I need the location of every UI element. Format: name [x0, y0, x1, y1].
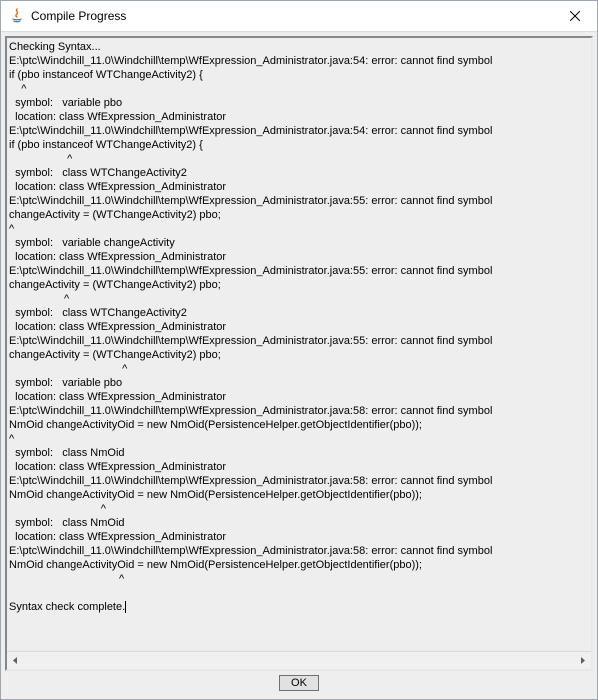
- window-title: Compile Progress: [31, 9, 552, 23]
- close-button[interactable]: [552, 1, 597, 31]
- button-bar: OK: [5, 671, 593, 695]
- log-panel: Checking Syntax... E:\ptc\Windchill_11.0…: [5, 36, 593, 671]
- scroll-right-arrow-icon[interactable]: [574, 652, 591, 669]
- scroll-track[interactable]: [24, 652, 574, 669]
- compile-progress-window: Compile Progress Checking Syntax... E:\p…: [0, 0, 598, 700]
- client-area: Checking Syntax... E:\ptc\Windchill_11.0…: [1, 32, 597, 699]
- java-app-icon: [9, 8, 25, 24]
- text-caret: [125, 601, 126, 613]
- scroll-left-arrow-icon[interactable]: [7, 652, 24, 669]
- log-textarea[interactable]: Checking Syntax... E:\ptc\Windchill_11.0…: [7, 38, 591, 651]
- ok-button[interactable]: OK: [279, 675, 319, 691]
- title-bar: Compile Progress: [1, 1, 597, 32]
- horizontal-scrollbar[interactable]: [7, 651, 591, 669]
